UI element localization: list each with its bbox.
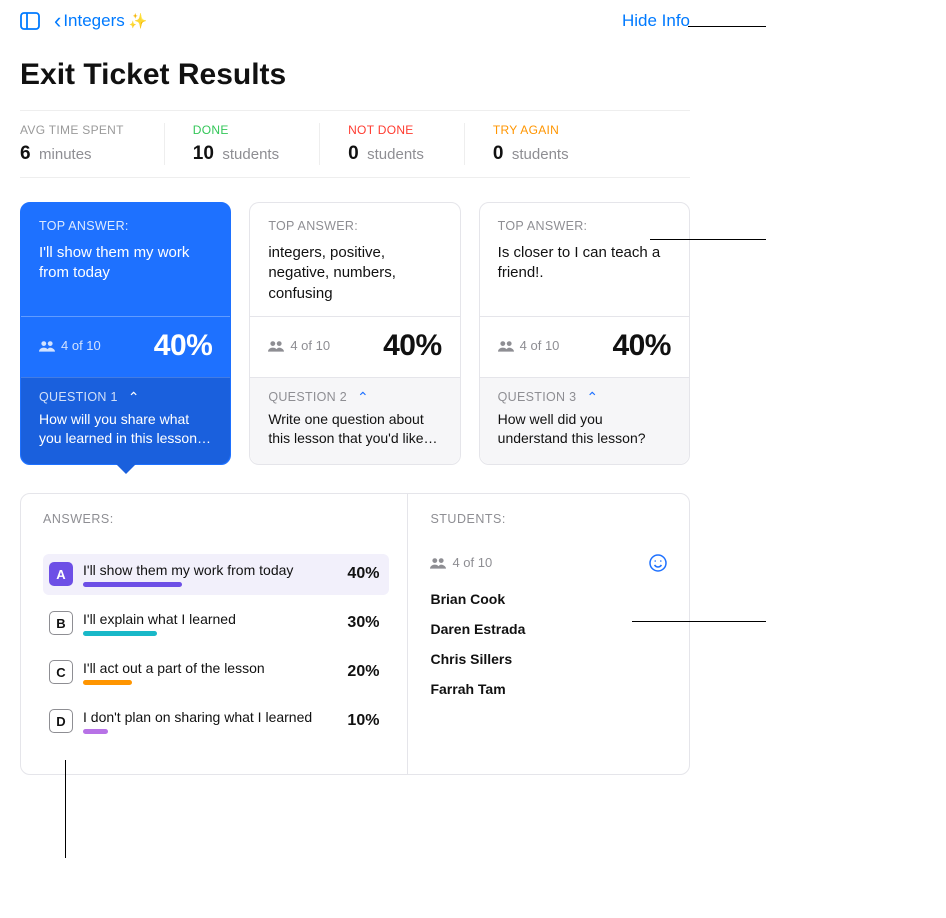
people-icon	[498, 339, 514, 353]
question-text: How will you share what you learned in t…	[39, 410, 212, 448]
top-answer-label: TOP ANSWER:	[39, 219, 212, 233]
stat-done: DONE 10 students	[193, 123, 320, 165]
answer-percent: 10%	[347, 712, 379, 730]
annotation-line	[65, 760, 66, 858]
top-answer-label: TOP ANSWER:	[498, 219, 671, 233]
answer-text: I don't plan on sharing what I learned	[83, 709, 329, 725]
answer-row-c[interactable]: C I'll act out a part of the lesson 20%	[43, 652, 389, 693]
answers-label: ANSWERS:	[43, 512, 389, 526]
page-title: Exit Ticket Results	[20, 58, 690, 92]
question-text: Write one question about this lesson tha…	[268, 410, 441, 448]
stat-unit: students	[222, 146, 279, 163]
back-button[interactable]: ‹ Integers ✨	[54, 10, 147, 32]
answer-count: 4 of 10	[61, 338, 101, 353]
answer-percent: 40%	[612, 329, 671, 363]
answer-row-a[interactable]: A I'll show them my work from today 40%	[43, 554, 389, 595]
answer-count: 4 of 10	[520, 338, 560, 353]
stat-label: DONE	[193, 123, 279, 137]
back-label: Integers	[63, 11, 124, 31]
answer-percent: 40%	[154, 329, 213, 363]
people-icon	[430, 556, 446, 570]
question-label: QUESTION 2	[268, 390, 347, 404]
sparkle-icon: ✨	[129, 12, 148, 30]
question-text: How well did you understand this lesson?	[498, 410, 671, 448]
answer-bar	[83, 582, 182, 587]
stat-label: NOT DONE	[348, 123, 424, 137]
stats-row: AVG TIME SPENT 6 minutes DONE 10 student…	[20, 110, 690, 178]
answer-percent: 20%	[347, 663, 379, 681]
top-answer-text: I'll show them my work from today	[39, 243, 212, 284]
answer-bar	[83, 729, 108, 734]
top-answer-text: Is closer to I can teach a friend!.	[498, 243, 671, 284]
stat-not-done: NOT DONE 0 students	[348, 123, 465, 165]
people-icon	[268, 339, 284, 353]
student-item[interactable]: Brian Cook	[430, 584, 667, 614]
students-count: 4 of 10	[452, 555, 492, 570]
stat-unit: minutes	[39, 146, 92, 163]
stat-value: 0	[493, 143, 504, 164]
question-label: QUESTION 3	[498, 390, 577, 404]
stat-value: 10	[193, 143, 214, 164]
annotation-line	[632, 621, 766, 622]
sidebar-toggle-icon[interactable]	[20, 12, 40, 30]
answer-letter: D	[49, 709, 73, 733]
answer-count: 4 of 10	[290, 338, 330, 353]
stat-unit: students	[512, 146, 569, 163]
top-answer-text: integers, positive, negative, numbers, c…	[268, 243, 441, 304]
top-bar: ‹ Integers ✨ Hide Info	[20, 10, 690, 42]
answer-letter: A	[49, 562, 73, 586]
answer-percent: 40%	[383, 329, 442, 363]
question-card-2[interactable]: TOP ANSWER: integers, positive, negative…	[249, 202, 460, 465]
answer-letter: C	[49, 660, 73, 684]
question-label: QUESTION 1	[39, 390, 118, 404]
question-card-3[interactable]: TOP ANSWER: Is closer to I can teach a f…	[479, 202, 690, 465]
smiley-icon[interactable]	[649, 554, 667, 572]
answer-row-b[interactable]: B I'll explain what I learned 30%	[43, 603, 389, 644]
chevron-left-icon: ‹	[54, 10, 61, 32]
chevron-up-icon: ⌃	[128, 390, 140, 404]
stat-value: 6	[20, 143, 31, 164]
hide-info-button[interactable]: Hide Info	[622, 11, 690, 31]
top-answer-label: TOP ANSWER:	[268, 219, 441, 233]
stat-value: 0	[348, 143, 359, 164]
answer-bar	[83, 680, 132, 685]
answer-text: I'll act out a part of the lesson	[83, 660, 329, 676]
chevron-up-icon: ⌃	[586, 390, 598, 404]
answers-detail-panel: ANSWERS: A I'll show them my work from t…	[20, 493, 690, 775]
answer-letter: B	[49, 611, 73, 635]
answer-text: I'll explain what I learned	[83, 611, 329, 627]
people-icon	[39, 339, 55, 353]
answer-row-d[interactable]: D I don't plan on sharing what I learned…	[43, 701, 389, 742]
annotation-line	[688, 26, 766, 27]
student-item[interactable]: Chris Sillers	[430, 644, 667, 674]
question-cards: TOP ANSWER: I'll show them my work from …	[20, 202, 690, 465]
answer-text: I'll show them my work from today	[83, 562, 329, 578]
student-item[interactable]: Daren Estrada	[430, 614, 667, 644]
stat-label: TRY AGAIN	[493, 123, 569, 137]
stat-try-again: TRY AGAIN 0 students	[493, 123, 609, 165]
stat-avg-time: AVG TIME SPENT 6 minutes	[20, 123, 165, 165]
annotation-line	[650, 239, 766, 240]
student-item[interactable]: Farrah Tam	[430, 674, 667, 704]
stat-unit: students	[367, 146, 424, 163]
stat-label: AVG TIME SPENT	[20, 123, 124, 137]
question-card-1[interactable]: TOP ANSWER: I'll show them my work from …	[20, 202, 231, 465]
chevron-up-icon: ⌃	[357, 390, 369, 404]
answer-percent: 40%	[347, 565, 379, 583]
answer-bar	[83, 631, 157, 636]
answer-percent: 30%	[347, 614, 379, 632]
students-label: STUDENTS:	[430, 512, 667, 526]
